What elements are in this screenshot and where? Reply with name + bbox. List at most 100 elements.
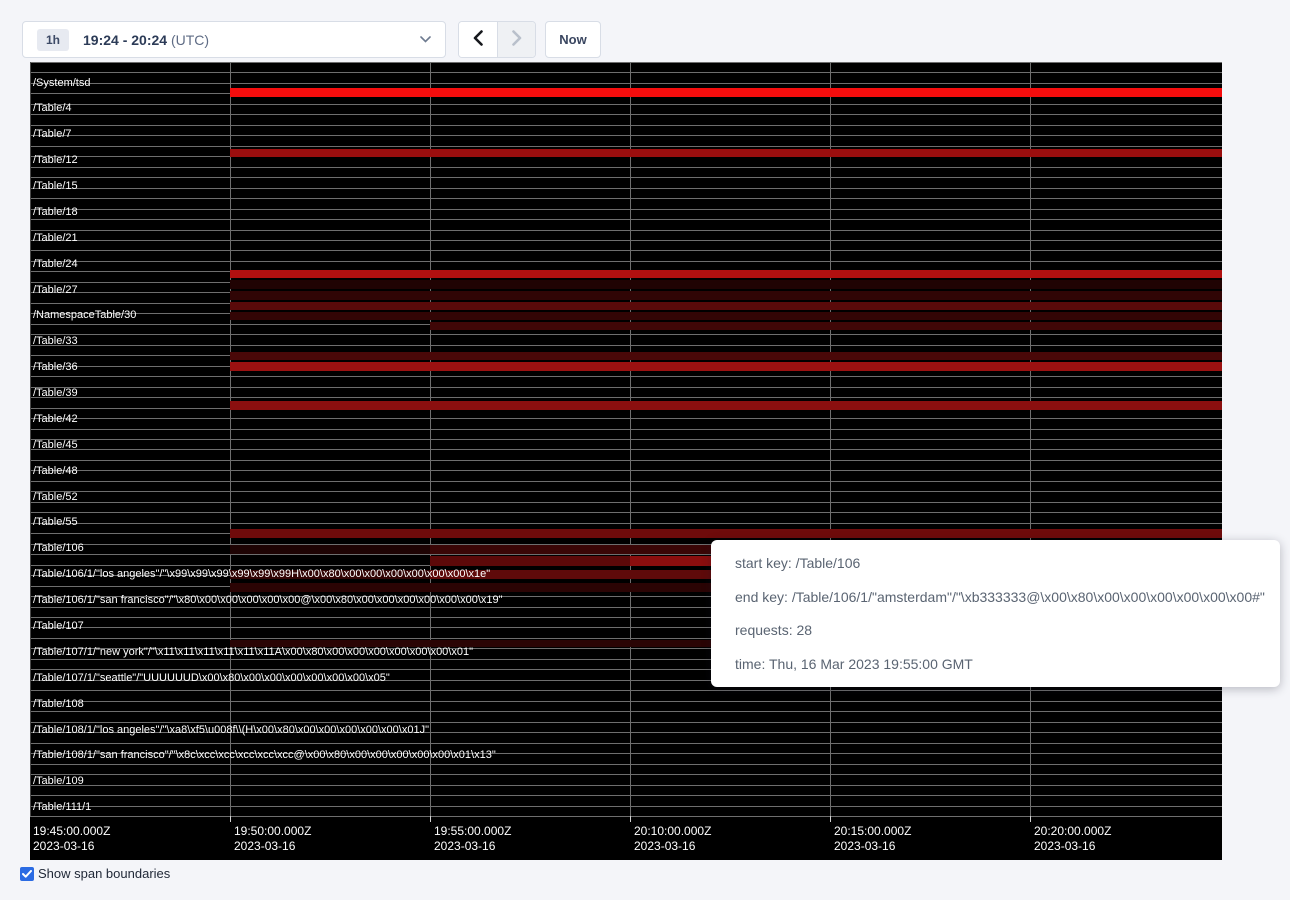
span-boundary-line: [30, 334, 1222, 335]
row-label: /Table/24: [33, 258, 78, 271]
tooltip-time: time: Thu, 16 Mar 2023 19:55:00 GMT: [735, 654, 1256, 674]
row-label: /Table/107/1/"seattle"/"UUUUUUD\x00\x80\…: [33, 672, 390, 685]
time-gridline: [230, 62, 231, 816]
heatmap-band[interactable]: [230, 352, 1222, 360]
span-boundary-line: [30, 816, 1222, 817]
row-label: /Table/12: [33, 154, 78, 167]
span-boundary-line: [30, 806, 1222, 807]
axis-time: 19:50:00.000Z: [234, 824, 311, 839]
time-nav-group: [458, 21, 536, 58]
span-boundary-line: [30, 177, 1222, 178]
heatmap-band[interactable]: [230, 291, 1222, 300]
heatmap-band[interactable]: [230, 302, 1222, 310]
row-label: /Table/4: [33, 102, 72, 115]
next-button[interactable]: [497, 22, 535, 57]
heatmap-band[interactable]: [230, 88, 1222, 97]
span-boundary-line: [30, 502, 1222, 503]
heatmap-band[interactable]: [430, 322, 1222, 330]
axis-time: 19:45:00.000Z: [33, 824, 110, 839]
time-gridline: [630, 62, 631, 816]
row-label: /Table/48: [33, 465, 78, 478]
heatmap-band[interactable]: [230, 545, 430, 554]
time-gridline: [830, 62, 831, 816]
row-label: /Table/108/1/"los angeles"/"\xa8\xf5\u00…: [33, 724, 429, 737]
axis-date: 2023-03-16: [434, 839, 511, 854]
row-label: /Table/52: [33, 491, 78, 504]
span-boundary-line: [30, 722, 1222, 723]
heatmap-band[interactable]: [230, 280, 1222, 289]
key-visualizer-canvas[interactable]: /System/tsd/Table/4/Table/7/Table/12/Tab…: [30, 62, 1222, 860]
span-boundary-line: [30, 188, 1222, 189]
span-boundary-line: [30, 250, 1222, 251]
row-label: /Table/106/1/"san francisco"/"\x80\x00\x…: [33, 594, 503, 607]
now-button[interactable]: Now: [545, 21, 601, 58]
previous-button[interactable]: [459, 22, 497, 57]
canvas-left-edge: [30, 62, 31, 816]
row-label: /Table/42: [33, 413, 78, 426]
tooltip-end-key: end key: /Table/106/1/"amsterdam"/"\xb33…: [735, 587, 1256, 607]
chevron-right-icon: [512, 30, 522, 49]
span-boundary-line: [30, 198, 1222, 199]
heatmap-band[interactable]: [430, 556, 630, 566]
span-boundary-line: [30, 481, 1222, 482]
span-boundary-line: [30, 711, 1222, 712]
axis-tick: [230, 816, 231, 822]
row-label: /Table/109: [33, 775, 84, 788]
span-boundary-line: [30, 146, 1222, 147]
axis-tick: [1030, 816, 1031, 822]
row-label: /Table/36: [33, 361, 78, 374]
row-label: /Table/33: [33, 335, 78, 348]
span-boundary-line: [30, 397, 1222, 398]
heatmap-band[interactable]: [230, 529, 1222, 538]
row-label: /Table/111/1: [33, 801, 91, 814]
axis-label: 19:55:00.000Z2023-03-16: [434, 824, 511, 854]
row-label: /Table/21: [33, 232, 78, 245]
span-boundary-line: [30, 376, 1222, 377]
heatmap-band[interactable]: [230, 362, 1222, 371]
row-label: /Table/107: [33, 620, 84, 633]
row-label: /Table/39: [33, 387, 78, 400]
axis-time: 20:10:00.000Z: [634, 824, 711, 839]
span-boundary-line: [30, 209, 1222, 210]
heatmap-band[interactable]: [230, 401, 1222, 410]
span-boundary-line: [30, 72, 1222, 73]
row-label: /Table/107/1/"new york"/"\x11\x11\x11\x1…: [33, 646, 473, 659]
span-boundary-line: [30, 701, 1222, 702]
row-label: /Table/106/1/"los angeles"/"\x99\x99\x99…: [33, 568, 490, 581]
tooltip-requests: requests: 28: [735, 620, 1256, 640]
span-boundary-line: [30, 491, 1222, 492]
span-boundary-line: [30, 135, 1222, 136]
span-boundary-line: [30, 460, 1222, 461]
heatmap-band[interactable]: [230, 270, 1222, 278]
span-boundary-line: [30, 774, 1222, 775]
span-boundary-line: [30, 114, 1222, 115]
span-boundary-line: [30, 523, 1222, 524]
time-range-value: 19:24 - 20:24: [83, 32, 167, 48]
span-boundary-line: [30, 795, 1222, 796]
axis-label: 20:10:00.000Z2023-03-16: [634, 824, 711, 854]
span-boundary-line: [30, 470, 1222, 471]
axis-date: 2023-03-16: [834, 839, 911, 854]
time-range-label: 19:24 - 20:24 (UTC): [83, 32, 209, 48]
heatmap-band[interactable]: [230, 312, 1222, 320]
row-label: /Table/55: [33, 516, 78, 529]
span-boundary-line: [30, 167, 1222, 168]
check-icon: [22, 865, 32, 883]
toolbar: 1h 19:24 - 20:24 (UTC) Now: [0, 0, 1290, 62]
span-boundary-line: [30, 240, 1222, 241]
row-label: /Table/106: [33, 542, 84, 555]
axis-tick: [630, 816, 631, 822]
axis-label: 19:50:00.000Z2023-03-16: [234, 824, 311, 854]
axis-time: 20:20:00.000Z: [1034, 824, 1111, 839]
axis-time: 19:55:00.000Z: [434, 824, 511, 839]
span-boundary-line: [30, 261, 1222, 262]
key-visualizer-page: 1h 19:24 - 20:24 (UTC) Now /System/tsd/T…: [0, 0, 1290, 900]
heatmap-band[interactable]: [230, 149, 1222, 157]
span-boundary-line: [30, 690, 1222, 691]
span-boundaries-checkbox[interactable]: [20, 867, 34, 881]
row-label: /Table/108: [33, 698, 84, 711]
span-boundary-line: [30, 764, 1222, 765]
time-range-picker[interactable]: 1h 19:24 - 20:24 (UTC): [22, 21, 446, 58]
span-boundary-line: [30, 387, 1222, 388]
axis-date: 2023-03-16: [33, 839, 110, 854]
